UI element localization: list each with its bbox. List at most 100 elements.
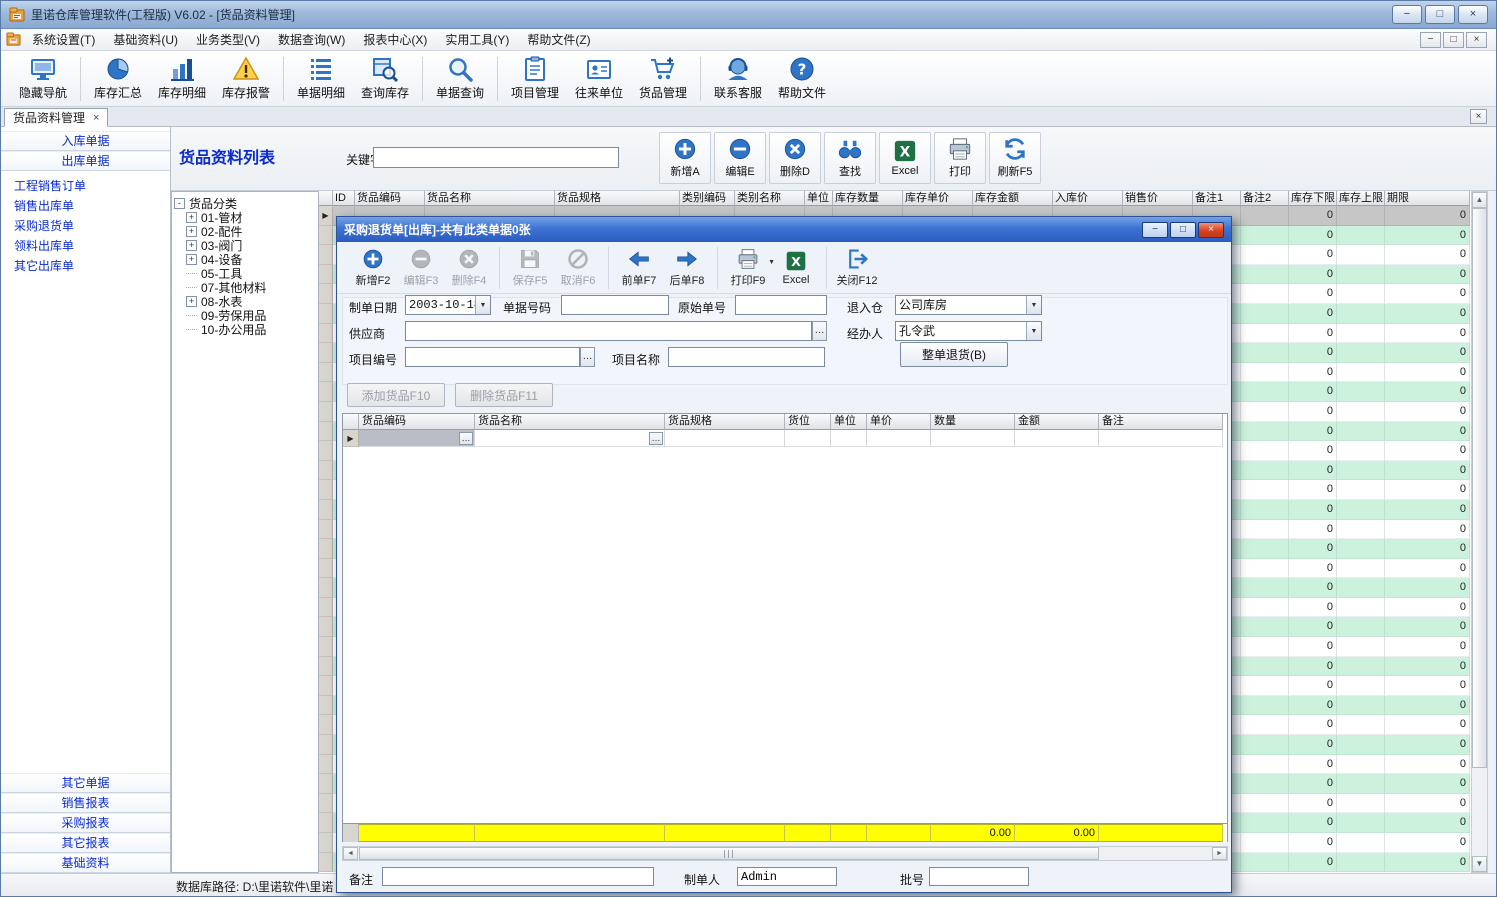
column-header[interactable]: 备注1	[1193, 191, 1241, 206]
column-header[interactable]: 期限	[1385, 191, 1470, 206]
project-no-input[interactable]	[405, 347, 580, 367]
remark-input[interactable]	[382, 867, 654, 886]
column-header[interactable]: 单位	[831, 414, 867, 430]
tree-node-07[interactable]: 07-其他材料	[174, 280, 316, 294]
column-header[interactable]: 数量	[931, 414, 1015, 430]
tree-node-10[interactable]: 10-办公用品	[174, 322, 316, 336]
make-date-combo[interactable]: 2003-10-18 ▼	[405, 295, 491, 315]
scroll-up-icon[interactable]: ▲	[1472, 192, 1487, 208]
mdi-close-button[interactable]: ×	[1466, 32, 1487, 48]
batch-input[interactable]	[929, 867, 1029, 886]
menu-system-settings[interactable]: 系统设置(T)	[23, 28, 104, 51]
tree-node-03[interactable]: +03-阀门	[174, 238, 316, 252]
tab-goods-data[interactable]: 货品资料管理 ×	[4, 108, 108, 127]
maker-input[interactable]	[737, 867, 837, 886]
chevron-down-icon[interactable]: ▼	[1026, 296, 1041, 314]
scroll-down-icon[interactable]: ▼	[1472, 856, 1487, 872]
tree-node-04[interactable]: +04-设备	[174, 252, 316, 266]
mdi-minimize-button[interactable]: −	[1420, 32, 1441, 48]
doc-query-button[interactable]: 单据查询	[428, 54, 492, 104]
supplier-input[interactable]	[405, 321, 812, 341]
sidebar-item-other-docs[interactable]: 其它单据	[1, 773, 170, 793]
column-header[interactable]: 类别编码	[680, 191, 735, 206]
ellipsis-button[interactable]: …	[649, 432, 663, 445]
dialog-horizontal-scrollbar[interactable]: ◄ ►	[342, 846, 1228, 861]
tree-root[interactable]: -货品分类	[174, 196, 316, 210]
chevron-down-icon[interactable]: ▼	[475, 296, 490, 314]
stock-alert-button[interactable]: 库存报警	[214, 54, 278, 104]
remove-item-button[interactable]: 删除货品F11	[455, 383, 553, 407]
tree-expand-icon[interactable]: +	[186, 212, 197, 223]
item-cell[interactable]: …	[475, 430, 665, 447]
sidebar-item-inbound-docs[interactable]: 入库单据	[1, 131, 170, 151]
tree-expand-icon[interactable]: +	[186, 296, 197, 307]
menu-base-data[interactable]: 基础资料(U)	[104, 28, 187, 51]
tree-expand-icon[interactable]: +	[186, 226, 197, 237]
column-header[interactable]: 货品名称	[475, 414, 665, 430]
tabbar-close-button[interactable]: ×	[1470, 109, 1487, 124]
print-button[interactable]: 打印	[934, 132, 986, 184]
column-header[interactable]: 货品名称	[425, 191, 555, 206]
column-header[interactable]: 库存下限	[1289, 191, 1337, 206]
column-header[interactable]: 货品规格	[665, 414, 785, 430]
column-header[interactable]: 货品编码	[359, 414, 475, 430]
menu-business-type[interactable]: 业务类型(V)	[187, 28, 269, 51]
project-browse-button[interactable]: …	[580, 347, 595, 367]
menu-report-center[interactable]: 报表中心(X)	[354, 28, 436, 51]
menu-data-query[interactable]: 数据查询(W)	[269, 28, 354, 51]
chevron-down-icon[interactable]: ▼	[1026, 322, 1041, 340]
partner-units-button[interactable]: 往来单位	[567, 54, 631, 104]
project-mgmt-button[interactable]: 项目管理	[503, 54, 567, 104]
column-header[interactable]: ID	[333, 191, 355, 206]
add-item-button[interactable]: 添加货品F10	[347, 383, 445, 407]
orig-no-input[interactable]	[735, 295, 827, 315]
keyword-input[interactable]	[373, 147, 619, 168]
sidebar-item-purchase-reports[interactable]: 采购报表	[1, 813, 170, 833]
stock-query-button[interactable]: 查询库存	[353, 54, 417, 104]
contact-support-button[interactable]: 联系客服	[706, 54, 770, 104]
tree-node-02[interactable]: +02-配件	[174, 224, 316, 238]
sidebar-item-other-outbound[interactable]: 其它出库单	[1, 256, 170, 276]
sidebar-item-purchase-return[interactable]: 采购退货单	[1, 216, 170, 236]
help-files-button[interactable]: ?帮助文件	[770, 54, 834, 104]
menu-utilities[interactable]: 实用工具(Y)	[436, 28, 518, 51]
delete-button[interactable]: 删除D	[769, 132, 821, 184]
stock-summary-button[interactable]: 库存汇总	[86, 54, 150, 104]
column-header[interactable]: 单位	[805, 191, 833, 206]
sidebar-item-sales-reports[interactable]: 销售报表	[1, 793, 170, 813]
column-header[interactable]: 库存数量	[833, 191, 903, 206]
return-all-button[interactable]: 整单退货(B)	[900, 342, 1008, 367]
vscroll-thumb[interactable]	[1472, 208, 1487, 768]
scroll-right-icon[interactable]: ►	[1212, 847, 1227, 860]
sidebar-item-sales-outbound[interactable]: 销售出库单	[1, 196, 170, 216]
tree-collapse-icon[interactable]: -	[174, 198, 185, 209]
handler-combo[interactable]: 孔令武 ▼	[895, 321, 1042, 341]
column-header[interactable]: 货位	[785, 414, 831, 430]
project-name-input[interactable]	[668, 347, 825, 367]
scroll-left-icon[interactable]: ◄	[343, 847, 358, 860]
sidebar-item-project-sales-order[interactable]: 工程销售订单	[1, 176, 170, 196]
column-header[interactable]: 入库价	[1053, 191, 1123, 206]
supplier-browse-button[interactable]: …	[812, 321, 827, 341]
column-header[interactable]: 库存金额	[973, 191, 1053, 206]
sidebar-item-outbound-docs[interactable]: 出库单据	[1, 151, 170, 171]
hscroll-thumb[interactable]	[359, 847, 1099, 860]
sidebar-item-other-reports[interactable]: 其它报表	[1, 833, 170, 853]
tab-close-icon[interactable]: ×	[93, 112, 99, 124]
mdi-restore-button[interactable]: □	[1443, 32, 1464, 48]
window-close-button[interactable]: ×	[1458, 5, 1488, 24]
stock-detail-button[interactable]: 库存明细	[150, 54, 214, 104]
column-header[interactable]: 备注	[1099, 414, 1223, 430]
sidebar-item-material-outbound[interactable]: 领料出库单	[1, 236, 170, 256]
sidebar-item-base-data[interactable]: 基础资料	[1, 853, 170, 873]
goods-mgmt-button[interactable]: 货品管理	[631, 54, 695, 104]
excel-button[interactable]: XExcel	[879, 132, 931, 184]
doc-detail-button[interactable]: 单据明细	[289, 54, 353, 104]
column-header[interactable]: 单价	[867, 414, 931, 430]
column-header[interactable]: 货品规格	[555, 191, 680, 206]
warehouse-combo[interactable]: 公司库房 ▼	[895, 295, 1042, 315]
tree-expand-icon[interactable]: +	[186, 240, 197, 251]
find-button[interactable]: 查找	[824, 132, 876, 184]
column-header[interactable]: 库存单价	[903, 191, 973, 206]
refresh-button[interactable]: 刷新F5	[989, 132, 1041, 184]
